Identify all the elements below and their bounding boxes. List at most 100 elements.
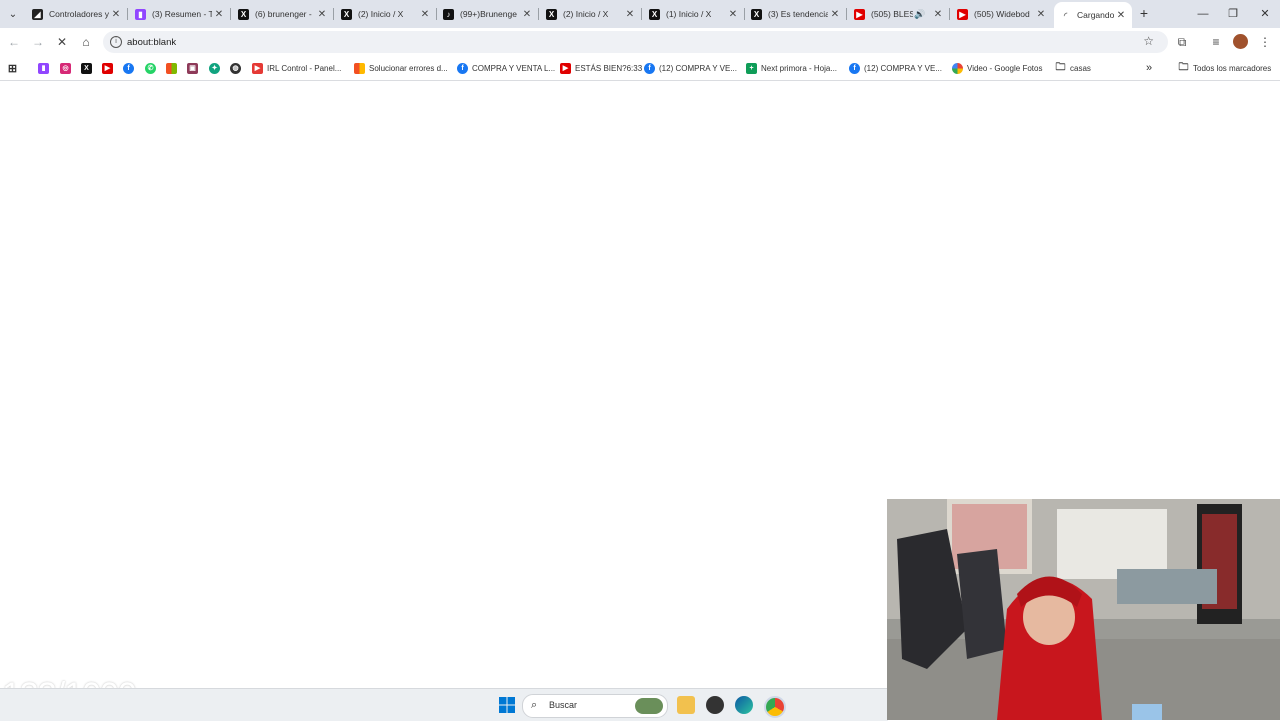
globe-bookmark[interactable]: ◍ [230, 60, 241, 76]
close-icon[interactable]: ✕ [315, 9, 329, 20]
microsoft-bookmark[interactable] [166, 60, 177, 76]
facebook-icon: f [123, 62, 134, 74]
close-icon[interactable]: ✕ [1034, 9, 1048, 20]
bookmark-label: casas [1070, 63, 1091, 73]
tab-resumen[interactable]: ▮ (3) Resumen - T ✕ [129, 3, 231, 25]
x-icon: X [238, 8, 249, 20]
close-icon[interactable]: ✕ [109, 9, 123, 20]
tab-tiktok[interactable]: ♪ (99+)Brunenge ✕ [437, 3, 539, 25]
extensions-icon[interactable]: ⧉ [1174, 34, 1190, 50]
file-explorer-icon[interactable] [677, 696, 695, 714]
instagram-bookmark[interactable]: ◎ [60, 60, 71, 76]
close-icon[interactable]: ✕ [623, 9, 637, 20]
close-window-button[interactable]: ✕ [1250, 0, 1280, 28]
youtube-bookmark[interactable]: ▶ [102, 60, 113, 76]
more-bookmarks-icon[interactable]: » [1146, 60, 1152, 76]
tab-inicio-x-2[interactable]: X (2) Inicio / X ✕ [540, 3, 642, 25]
x-icon: X [546, 8, 557, 20]
close-icon[interactable]: ✕ [931, 9, 945, 20]
tab-inicio-x[interactable]: X (2) Inicio / X ✕ [335, 3, 437, 25]
bookmark-google-fotos[interactable]: Video - Google Fotos [952, 60, 1042, 76]
tiktok-icon: ♪ [443, 8, 454, 20]
tab-title: (505) BLESS [871, 9, 913, 19]
tab-title: (2) Inicio / X [563, 9, 609, 19]
tab-inicio-x-3[interactable]: X (1) Inicio / X ✕ [643, 3, 745, 25]
tab-controladores[interactable]: ◢ Controladores y ✕ [26, 3, 128, 25]
whatsapp-icon: ✆ [145, 62, 156, 74]
image-bookmark[interactable]: ▣ [187, 60, 198, 76]
windows-taskbar: ⌕ Buscar [0, 688, 888, 721]
bookmark-casas[interactable]: 🗀 casas [1055, 60, 1091, 76]
tab-search-button[interactable]: ⌄ [4, 5, 22, 23]
x-icon: X [751, 8, 762, 20]
x-bookmark[interactable]: X [81, 60, 92, 76]
tab-title: Cargando [1077, 10, 1114, 20]
close-icon[interactable]: ✕ [1114, 10, 1128, 21]
home-button[interactable]: ⌂ [78, 34, 94, 50]
globe-icon: ◍ [230, 62, 241, 74]
chatgpt-bookmark[interactable]: ✦ [209, 60, 220, 76]
youtube-icon: ▶ [957, 8, 968, 20]
chrome-icon[interactable] [764, 696, 786, 718]
facebook-icon: f [644, 62, 655, 74]
facebook-bookmark[interactable]: f [123, 60, 134, 76]
bookmark-label: COMPRA Y VENTA L... [472, 63, 556, 73]
close-icon[interactable]: ✕ [726, 9, 740, 20]
stop-loading-button[interactable]: ✕ [54, 34, 70, 50]
chatgpt-icon: ✦ [209, 62, 220, 74]
bookmark-irl-control[interactable]: ▶ IRL Control - Panel... [252, 60, 341, 76]
close-icon[interactable]: ✕ [828, 9, 842, 20]
facebook-icon: f [849, 62, 860, 74]
bookmark-compra-ve-2[interactable]: f (12) COMPRA Y VE... [849, 60, 942, 76]
bookmark-solucionar[interactable]: Solucionar errores d... [354, 60, 448, 76]
bookmark-compra-venta[interactable]: f COMPRA Y VENTA L... [457, 60, 555, 76]
bookmark-compra-ve[interactable]: f (12) COMPRA Y VE... [644, 60, 737, 76]
folder-icon: 🗀 [1178, 61, 1189, 73]
close-icon[interactable]: ✕ [418, 9, 432, 20]
close-icon[interactable]: ✕ [212, 9, 226, 20]
new-tab-button[interactable]: + [1136, 5, 1152, 21]
restore-button[interactable]: ❐ [1218, 0, 1248, 28]
speaker-icon[interactable]: 🔊 [913, 9, 927, 20]
twitch-icon: ▮ [135, 8, 146, 20]
back-button[interactable]: ← [6, 34, 22, 50]
tab-title: (6) brunenger - [255, 9, 312, 19]
loading-spinner-icon: ◜ [1063, 10, 1068, 20]
url-input[interactable] [127, 33, 1107, 51]
taskbar-search[interactable]: ⌕ Buscar [522, 694, 668, 718]
menu-icon[interactable]: ⋮ [1257, 34, 1273, 50]
tab-brunenger[interactable]: X (6) brunenger - ✕ [232, 3, 334, 25]
folder-icon: 🗀 [1055, 61, 1066, 73]
tab-strip: ⌄ ◢ Controladores y ✕ ▮ (3) Resumen - T … [0, 0, 1280, 28]
whatsapp-bookmark[interactable]: ✆ [145, 60, 156, 76]
bookmark-next-primora[interactable]: + Next primora - Hoja... [746, 60, 837, 76]
tab-widebody[interactable]: ▶ (505) Widebod ✕ [951, 3, 1052, 25]
tab-title: (99+)Brunenge [460, 9, 517, 19]
address-bar[interactable]: i ☆ [103, 31, 1168, 53]
edge-icon[interactable] [735, 696, 753, 714]
media-controls-icon[interactable]: ≡ [1208, 34, 1224, 50]
bookmark-estas-bien[interactable]: ▶ ESTÁS BIEN?6:33 [560, 60, 642, 76]
bookmark-star-icon[interactable]: ☆ [1143, 34, 1154, 48]
tab-tendencia[interactable]: X (3) Es tendencia ✕ [745, 3, 847, 25]
search-icon: ⌕ [531, 699, 538, 711]
windows-start-icon[interactable] [498, 696, 516, 714]
close-icon[interactable]: ✕ [520, 9, 534, 20]
obs-icon[interactable] [706, 696, 724, 714]
minimize-button[interactable]: — [1188, 0, 1218, 28]
forward-button[interactable]: → [30, 34, 46, 50]
info-icon[interactable]: i [110, 36, 122, 48]
tab-cargando[interactable]: ◜ Cargando ✕ [1054, 2, 1132, 28]
webcam-image [887, 499, 1280, 720]
twitch-icon: ▮ [38, 62, 49, 74]
all-bookmarks-folder[interactable]: 🗀 Todos los marcadores [1178, 60, 1272, 76]
x-icon: X [81, 62, 92, 74]
youtube-icon: ▶ [854, 8, 865, 20]
bookmark-label: (12) COMPRA Y VE... [864, 63, 942, 73]
x-icon: X [341, 8, 352, 20]
google-photos-icon [952, 62, 963, 74]
twitch-bookmark[interactable]: ▮ [38, 60, 49, 76]
apps-grid-icon[interactable]: ⊞ [7, 60, 18, 76]
tab-bless[interactable]: ▶ (505) BLESS 🔊 ✕ [848, 3, 950, 25]
profile-avatar[interactable] [1233, 34, 1248, 49]
